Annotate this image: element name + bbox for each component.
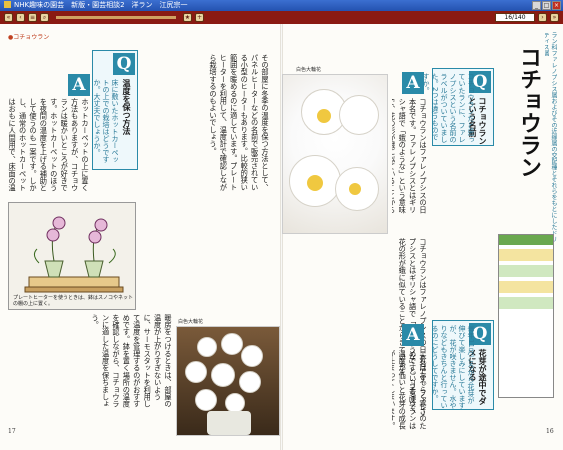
book-spread: ●コチョウラン Q 温度を保つ方法 床に敷いたホットカーペットの上での栽培はどう… [0,24,563,450]
q-text: 床に敷いたホットカーペットの上での栽培はどうですか。大丈夫でしょうか。 [93,79,119,163]
running-head: ラン科ファレノプシス属およびその近縁属の交配種とそれらをもとにしたドリティス属 [545,32,557,242]
heater-illustration: プレートヒーターを使うときは、鉢はスノコやネットの棚の上に置く。 [8,202,136,310]
a2-text: これはおそらく寒さのためです。コチョウランは温度が低いと花芽の成長が止まってしま… [392,350,428,430]
a2-badge: A [402,324,424,346]
minimize-button[interactable]: _ [532,1,541,10]
a1-text: コチョウランはファレノプシスの日本名です。ファレノプシスとはギリシャ語で「蛾のよ… [392,98,428,214]
search-icon[interactable]: ⌕ [40,13,49,22]
page-indicator: 16/140 [495,13,535,22]
bookmark-icon[interactable]: ★ [183,13,192,22]
section-tag: ●コチョウラン [8,34,50,41]
column-text-3: 暖房をつけるときは、部屋の温度が上がりすぎないように、サーモスタットを利用して温… [91,314,173,408]
zoom-icon[interactable]: + [195,13,204,22]
orchid-photo-left [176,326,280,436]
next-page-icon[interactable]: › [538,13,547,22]
q-box-buds: Q 花芽が途中でダメになる 毎年11月ごろから花芽が伸びて楽しみにしていますが、… [431,320,494,410]
page-number-right: 16 [546,428,554,435]
a-badge: A [68,74,90,96]
first-page-icon[interactable]: « [4,13,13,22]
care-calendar-table [498,234,554,398]
photo-caption-right: 白色大輪花 [296,67,322,73]
viewer-toolbar: « ‹ ≡ ⌕ ★ + 16/140 › » [0,11,563,24]
page-slider[interactable] [56,16,176,19]
last-page-icon[interactable]: » [550,13,559,22]
prev-page-icon[interactable]: ‹ [16,13,25,22]
answer-text: ホットカーペットの上に置く方法もありますが、コチョウランは暖かいところが好きです… [8,98,90,192]
q-title: 温度を保つ方法 [122,79,131,135]
q-box-temperature: Q 温度を保つ方法 床に敷いたホットカーペットの上での栽培はどうですか。大丈夫で… [92,50,138,170]
q1-text: コチョウランだと思っていたランに、ファレノプシスという名前のラベルがついていまし… [422,73,475,143]
close-button[interactable]: × [552,1,561,10]
window-controls: _ □ × [532,1,561,10]
window-title: NHK趣味の園芸 新版・園芸相談2 洋ラン 江尻宗一 [14,1,188,9]
illustration-caption: プレートヒーターを使うときは、鉢はスノコやネットの棚の上に置く。 [13,295,134,307]
maximize-button[interactable]: □ [542,1,551,10]
a1-badge: A [402,72,424,94]
page-heading: コチョウラン [516,46,541,178]
photo-caption-left: 白色大輪花 [178,319,204,325]
app-icon [4,1,11,8]
window-titlebar: NHK趣味の園芸 新版・園芸相談2 洋ラン 江尻宗一 _ □ × [0,0,563,11]
column-text-2: その部屋に冬季の温度を保つ方法として、パネルヒーターなどの名前で販売されている小… [208,54,270,191]
menu-icon[interactable]: ≡ [28,13,37,22]
page-number-left: 17 [8,428,16,435]
orchid-photo-right [282,74,388,234]
q-badge: Q [113,53,135,75]
q2-text: 毎年11月ごろから花芽が伸びて楽しみにしていますが、花が咲きません。水やりなども… [431,325,475,409]
q-box-name: Q コチョウランという名前 コチョウランだと思っていたランに、ファレノプシスとい… [422,68,494,146]
